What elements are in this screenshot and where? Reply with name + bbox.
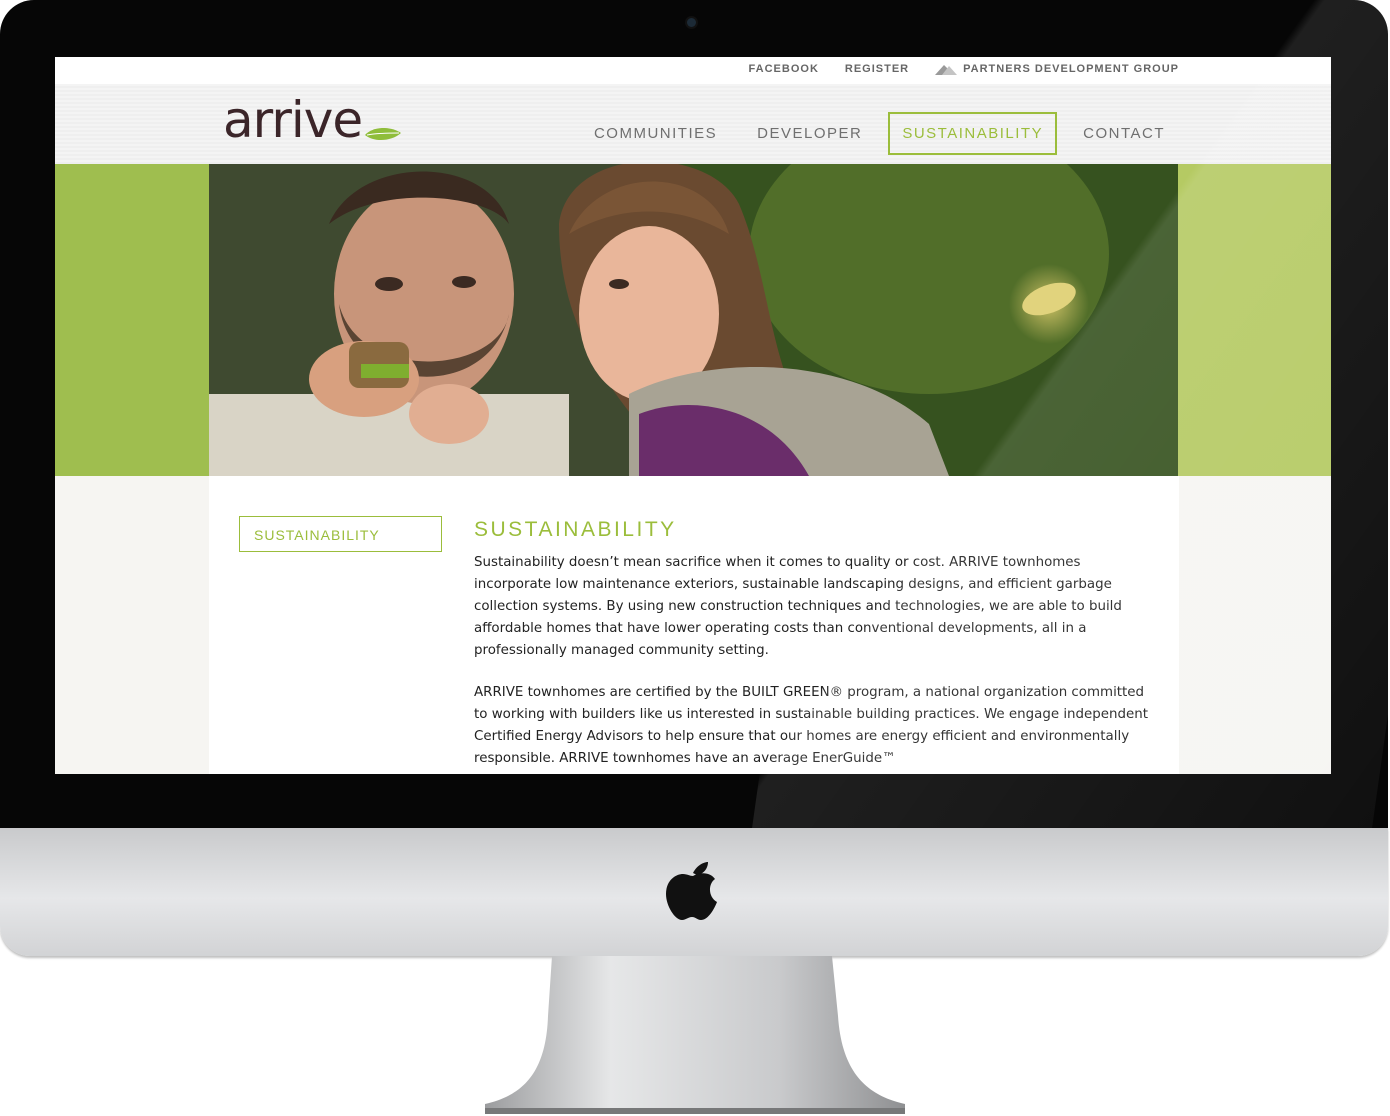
webcam-icon — [687, 18, 696, 27]
content-area: SUSTAINABILITY SUSTAINABILITY Sustainabi… — [55, 476, 1331, 774]
utility-bar: FACEBOOK REGISTER PARTNERS DEVELOPMENT G… — [55, 57, 1331, 84]
partners-development-group-link[interactable]: PARTNERS DEVELOPMENT GROUP — [935, 63, 1179, 75]
monitor-stand — [485, 956, 905, 1114]
nav-communities[interactable]: COMMUNITIES — [580, 112, 731, 155]
nav-developer[interactable]: DEVELOPER — [743, 112, 876, 155]
sidebar-item-sustainability[interactable]: SUSTAINABILITY — [239, 516, 442, 552]
register-link[interactable]: REGISTER — [845, 63, 909, 75]
monitor-bezel: FACEBOOK REGISTER PARTNERS DEVELOPMENT G… — [0, 0, 1388, 830]
partners-link-label: PARTNERS DEVELOPMENT GROUP — [963, 63, 1179, 75]
browser-screen: FACEBOOK REGISTER PARTNERS DEVELOPMENT G… — [55, 57, 1331, 774]
main-nav: COMMUNITIES DEVELOPER SUSTAINABILITY CON… — [580, 112, 1179, 155]
hero-photo — [209, 164, 1179, 476]
site-header: arrive COMMUNITIES DEVELOPER SUSTAINABIL… — [55, 84, 1331, 164]
page-title: SUSTAINABILITY — [474, 518, 677, 541]
logo-text: arrive — [223, 91, 363, 149]
hero-banner — [55, 164, 1331, 476]
nav-contact[interactable]: CONTACT — [1069, 112, 1179, 155]
main-article: SUSTAINABILITY Sustainability doesn’t me… — [474, 518, 1149, 774]
facebook-link[interactable]: FACEBOOK — [749, 63, 819, 75]
apple-logo-icon — [666, 862, 717, 920]
nav-sustainability[interactable]: SUSTAINABILITY — [888, 112, 1058, 155]
paragraph-2: ARRIVE townhomes are certified by the BU… — [474, 685, 1148, 766]
partners-development-group-icon — [935, 65, 958, 75]
paragraph-1: Sustainability doesn’t mean sacrifice wh… — [474, 555, 1122, 658]
content-column: SUSTAINABILITY SUSTAINABILITY Sustainabi… — [209, 476, 1179, 774]
leaf-icon — [365, 128, 401, 140]
hero-left-band — [55, 164, 209, 476]
hero-photo-illustration — [209, 164, 1179, 476]
hero-right-band — [1178, 164, 1331, 476]
arrive-logo[interactable]: arrive — [223, 90, 413, 150]
utility-links: FACEBOOK REGISTER PARTNERS DEVELOPMENT G… — [749, 63, 1179, 75]
